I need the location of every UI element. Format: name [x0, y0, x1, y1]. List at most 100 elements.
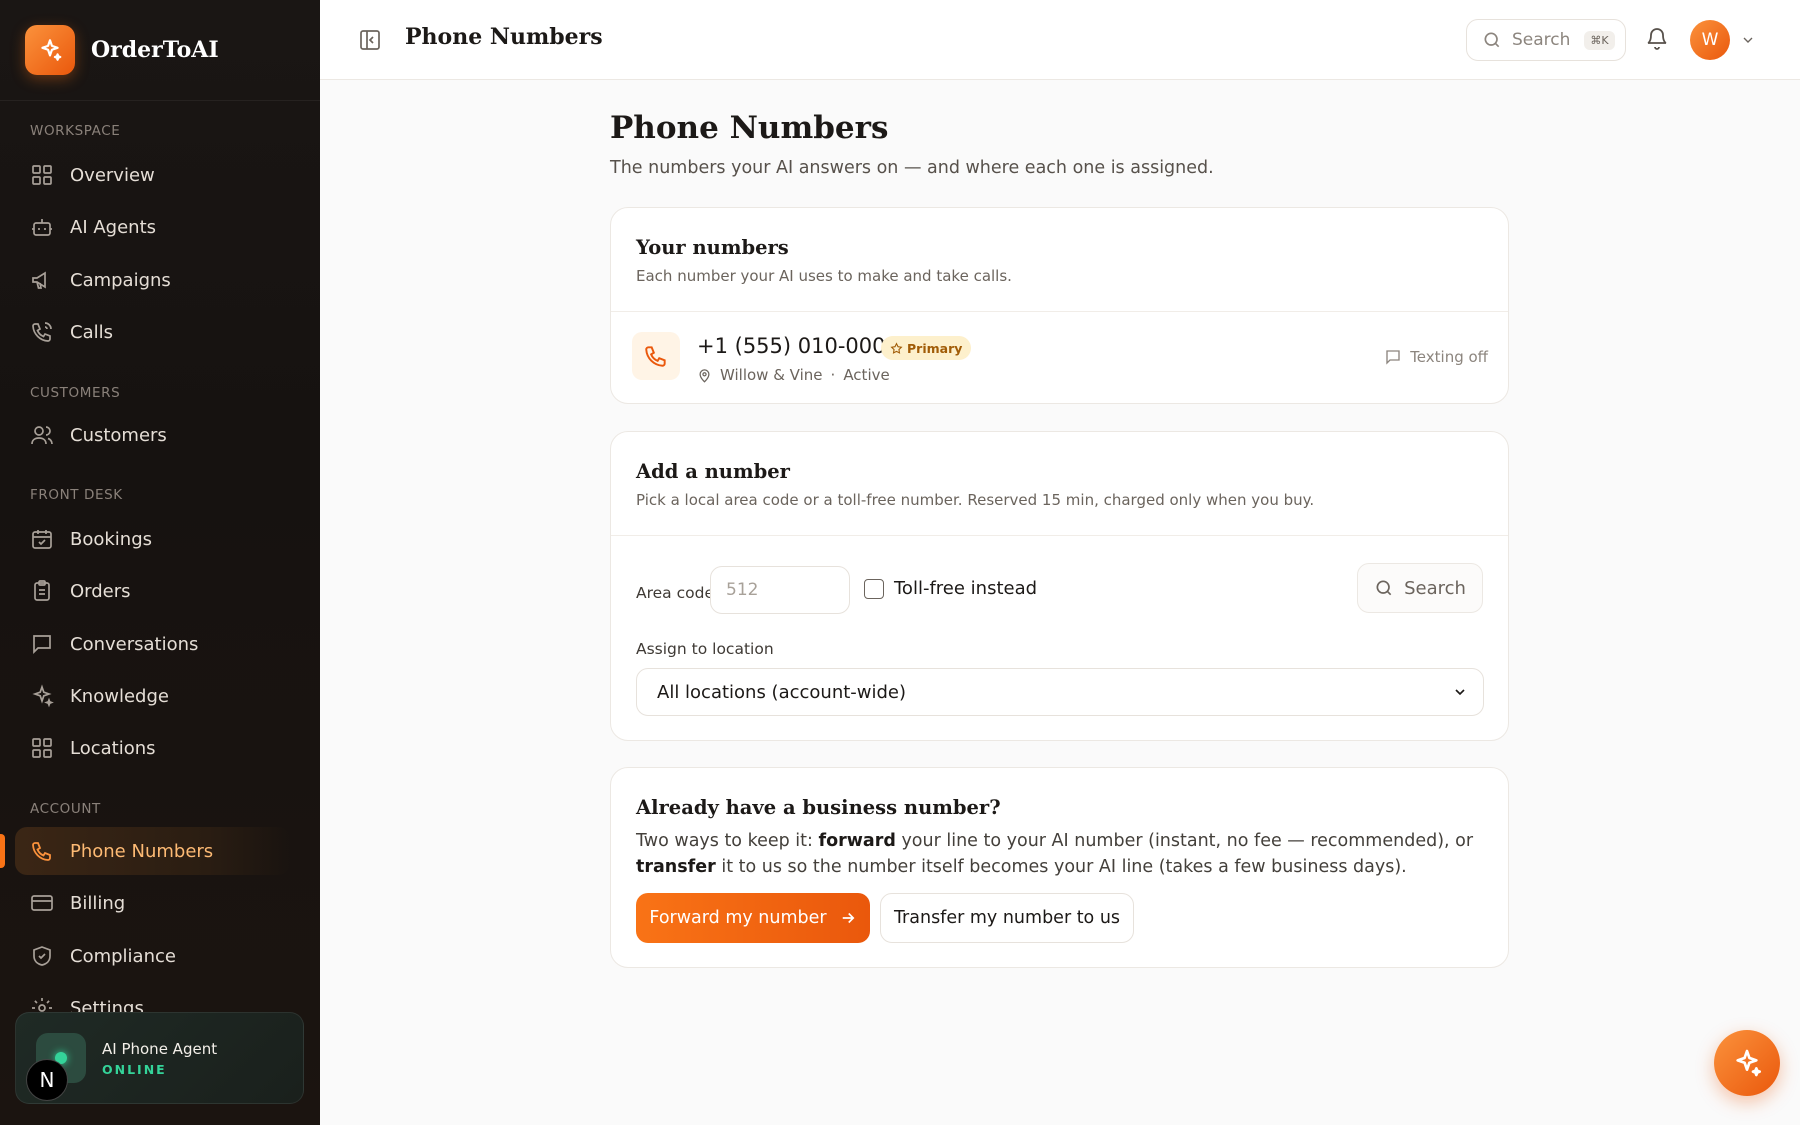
description-bold-transfer: transfer [636, 857, 716, 877]
forward-button-label: Forward my number [649, 908, 827, 928]
number-status: Active [843, 366, 890, 384]
toll-free-checkbox[interactable] [864, 579, 884, 599]
number-meta: Willow & Vine · Active [697, 366, 890, 384]
shield-check-icon [33, 946, 51, 966]
your-numbers-title: Your numbers [636, 236, 789, 259]
description-bold-forward: forward [818, 831, 896, 851]
phone-icon [32, 842, 51, 861]
area-code-label: Area code [636, 584, 714, 602]
message-icon [1386, 350, 1400, 365]
sidebar-collapse-button[interactable] [358, 28, 382, 52]
your-numbers-card: Your numbers Each number your AI uses to… [610, 207, 1509, 404]
sidebar-item-campaigns[interactable]: Campaigns [15, 256, 290, 304]
map-pin-icon [699, 368, 710, 383]
agent-name: AI Phone Agent [102, 1039, 218, 1058]
search-numbers-button[interactable]: Search [1357, 563, 1483, 613]
forward-number-button[interactable]: Forward my number [636, 893, 870, 943]
active-indicator [0, 834, 5, 868]
sidebar-item-label: Calls [70, 321, 113, 343]
card-divider [611, 535, 1508, 536]
phone-number: +1 (555) 010-0001 [697, 334, 899, 358]
location-select[interactable]: All locations (account-wide) [636, 668, 1484, 716]
page-title-topbar: Phone Numbers [405, 24, 603, 50]
sidebar-item-label: Locations [70, 737, 156, 759]
add-number-title: Add a number [636, 460, 790, 483]
brand-name: OrderToAI [91, 37, 219, 63]
meta-separator: · [830, 366, 836, 384]
user-menu-toggle[interactable] [1740, 32, 1756, 52]
brand-logo-icon [25, 25, 75, 75]
sidebar-item-phone-numbers[interactable]: Phone Numbers [15, 827, 290, 875]
global-search[interactable]: Search ⌘K [1466, 19, 1626, 61]
sidebar-item-locations[interactable]: Locations [15, 724, 290, 772]
clipboard-icon [34, 580, 50, 601]
your-numbers-subtitle: Each number your AI uses to make and tak… [636, 267, 1012, 285]
section-label-workspace: WORKSPACE [30, 123, 121, 139]
corner-n-badge[interactable]: N [26, 1059, 68, 1101]
sidebar-item-ai-agents[interactable]: AI Agents [15, 203, 290, 251]
sidebar-item-calls[interactable]: Calls [15, 308, 290, 356]
description-text: it to us so the number itself becomes yo… [715, 857, 1407, 877]
sidebar-item-label: Overview [70, 164, 155, 186]
chevron-down-icon [1743, 37, 1753, 43]
grid-icon [32, 738, 52, 758]
section-label-front-desk: FRONT DESK [30, 487, 123, 503]
transfer-button-label: Transfer my number to us [893, 908, 1121, 928]
calendar-icon [32, 530, 52, 549]
business-number-description: Two ways to keep it: forward your line t… [636, 828, 1486, 880]
sidebar-item-label: Knowledge [70, 685, 169, 707]
search-label: Search [1512, 30, 1571, 50]
search-shortcut: ⌘K [1584, 30, 1615, 50]
description-text: Two ways to keep it: [636, 831, 819, 851]
page-subtitle: The numbers your AI answers on — and whe… [610, 158, 1214, 178]
sidebar-divider [0, 100, 320, 101]
transfer-number-button[interactable]: Transfer my number to us [880, 893, 1134, 943]
notifications-button[interactable] [1645, 27, 1669, 55]
sidebar-item-knowledge[interactable]: Knowledge [15, 672, 290, 720]
sidebar-item-label: Billing [70, 892, 126, 914]
sparkle-icon [32, 684, 54, 708]
business-number-title: Already have a business number? [636, 796, 1001, 819]
section-label-account: ACCOUNT [30, 801, 101, 817]
sidebar-item-conversations[interactable]: Conversations [15, 620, 290, 668]
toll-free-label[interactable]: Toll-free instead [894, 578, 1037, 599]
search-icon [1484, 32, 1500, 48]
bell-icon [1647, 28, 1667, 50]
location-selected-value: All locations (account-wide) [657, 681, 907, 703]
section-label-customers: CUSTOMERS [30, 385, 121, 401]
sidebar-item-label: Bookings [70, 528, 153, 550]
sidebar-item-label: Phone Numbers [70, 840, 214, 862]
sidebar-item-billing[interactable]: Billing [15, 879, 290, 927]
users-icon [31, 426, 53, 445]
page-title: Phone Numbers [610, 110, 889, 146]
user-avatar[interactable]: W [1690, 20, 1730, 60]
sidebar-item-label: AI Agents [70, 216, 157, 238]
chat-icon [33, 635, 51, 655]
sidebar-item-overview[interactable]: Overview [15, 151, 290, 199]
number-location: Willow & Vine [720, 366, 823, 384]
panel-collapse-icon [360, 30, 380, 50]
sidebar-item-label: Orders [70, 580, 131, 602]
phone-icon [632, 332, 680, 380]
sidebar-item-bookings[interactable]: Bookings [15, 515, 290, 563]
primary-badge-label: Primary [907, 340, 963, 356]
sidebar-item-compliance[interactable]: Compliance [15, 932, 290, 980]
arrow-right-icon [842, 912, 855, 924]
sidebar-item-label: Compliance [70, 945, 176, 967]
agent-status: ONLINE [102, 1061, 167, 1077]
sidebar-item-orders[interactable]: Orders [15, 567, 290, 615]
sidebar-item-label: Campaigns [70, 269, 171, 291]
card-divider [611, 311, 1508, 312]
brand[interactable]: OrderToAI [25, 25, 219, 75]
area-code-input[interactable] [710, 566, 850, 614]
add-number-card: Add a number Pick a local area code or a… [610, 431, 1509, 741]
search-button-label: Search [1404, 577, 1466, 599]
texting-label: Texting off [1410, 348, 1488, 366]
sidebar-item-customers[interactable]: Customers [15, 411, 290, 459]
sidebar-item-label: Customers [70, 424, 167, 446]
star-icon [890, 341, 903, 354]
primary-badge: Primary [881, 336, 972, 360]
sidebar: OrderToAI WORKSPACE Overview AI Agents C… [0, 0, 320, 1125]
ai-assistant-fab[interactable] [1714, 1030, 1780, 1096]
search-icon [1376, 580, 1392, 596]
